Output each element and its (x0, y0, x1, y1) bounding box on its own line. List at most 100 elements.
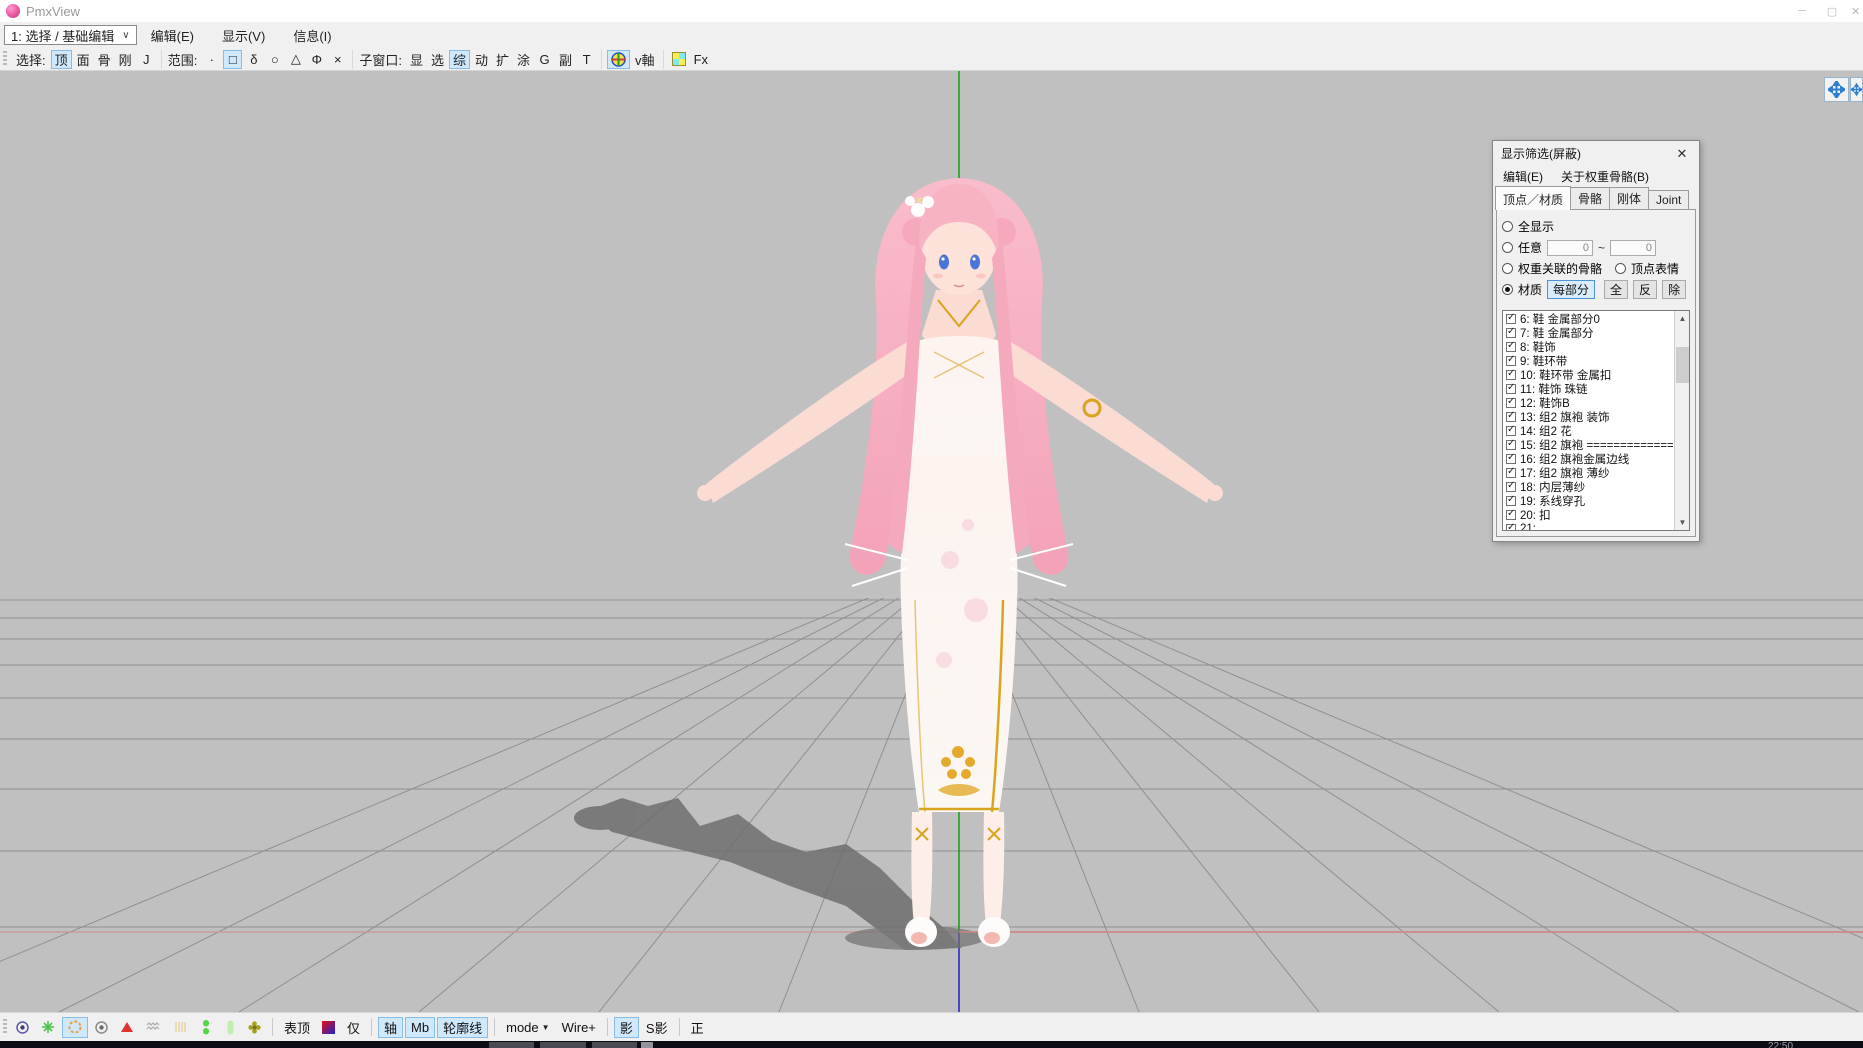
bottom-button-影[interactable]: 影 (614, 1017, 639, 1038)
range-to-field[interactable] (1610, 240, 1656, 256)
material-row[interactable]: 17: 组2 旗袍 薄纱 (1504, 466, 1673, 480)
material-row[interactable]: 15: 组2 旗袍 ============= (1504, 438, 1673, 452)
maximize-button[interactable]: ▢ (1817, 0, 1847, 22)
toolbar-button-综[interactable]: 综 (449, 50, 470, 69)
taskbar-item[interactable] (641, 1042, 653, 1048)
dialog-tab-刚体[interactable]: 刚体 (1609, 187, 1649, 209)
bottom-button-仅[interactable]: 仅 (342, 1017, 365, 1038)
menu-item-2[interactable]: 信息(I) (279, 26, 345, 45)
radio-show-all[interactable] (1502, 221, 1513, 232)
bottom-button-正[interactable]: 正 (686, 1017, 709, 1038)
toolbar-button-v軸[interactable]: v軸 (632, 50, 658, 69)
radio-weight-bones[interactable] (1502, 263, 1513, 274)
toolbar-button-T[interactable]: T (577, 50, 596, 69)
target-gray-icon[interactable] (90, 1017, 113, 1038)
material-row[interactable]: 18: 内层薄纱 (1504, 480, 1673, 494)
toolbar-button-顶[interactable]: 顶 (51, 50, 72, 69)
close-button[interactable]: ✕ (1847, 0, 1863, 22)
taskbar-item[interactable] (592, 1042, 637, 1048)
bottom-button-Mb[interactable]: Mb (405, 1017, 435, 1038)
checkbox-checked-icon[interactable] (1506, 370, 1516, 380)
per-part-button[interactable]: 每部分 (1547, 280, 1595, 299)
bottom-toolbar-grip[interactable] (3, 1019, 7, 1035)
bottom-button-S影[interactable]: S影 (641, 1017, 673, 1038)
toolbar-button-□[interactable]: □ (223, 50, 242, 69)
material-row[interactable]: 11: 鞋饰 珠链 (1504, 382, 1673, 396)
material-row[interactable]: 20: 扣 (1504, 508, 1673, 522)
taskbar-item[interactable] (540, 1042, 586, 1048)
target-blue-icon[interactable] (11, 1017, 34, 1038)
dashed-circle-icon[interactable] (62, 1017, 88, 1038)
toolbar-button-选[interactable]: 选 (428, 50, 447, 69)
bottom-button-轮廓线[interactable]: 轮廓线 (437, 1017, 488, 1038)
material-row[interactable]: 12: 鞋饰B (1504, 396, 1673, 410)
scroll-up-icon[interactable]: ▲ (1675, 311, 1690, 326)
material-row[interactable]: 10: 鞋环带 金属扣 (1504, 368, 1673, 382)
material-row[interactable]: 16: 组2 旗袍金属边线 (1504, 452, 1673, 466)
toolbar-button-Φ[interactable]: Φ (307, 50, 326, 69)
bottom-button-轴[interactable]: 轴 (378, 1017, 403, 1038)
toolbar-button-面[interactable]: 面 (74, 50, 93, 69)
checkbox-checked-icon[interactable] (1506, 328, 1516, 338)
toolbar-grip[interactable] (3, 51, 7, 67)
radio-material[interactable] (1502, 284, 1513, 295)
material-row[interactable]: 8: 鞋饰 (1504, 340, 1673, 354)
dialog-close-icon[interactable]: ✕ (1673, 146, 1691, 162)
material-row[interactable]: 14: 组2 花 (1504, 424, 1673, 438)
material-row[interactable]: 13: 组2 旗袍 装饰 (1504, 410, 1673, 424)
fx-grid-icon[interactable] (669, 50, 689, 69)
pan-arrows-icon[interactable] (1824, 77, 1849, 102)
radio-any[interactable] (1502, 242, 1513, 253)
toolbar-button-动[interactable]: 动 (472, 50, 491, 69)
checkbox-checked-icon[interactable] (1506, 356, 1516, 366)
scrollbar-thumb[interactable] (1676, 347, 1689, 383)
dialog-menu-weight-bones[interactable]: 关于权重骨骼(B) (1561, 168, 1649, 185)
checkbox-checked-icon[interactable] (1506, 496, 1516, 506)
checkbox-checked-icon[interactable] (1506, 482, 1516, 492)
toolbar-button-扩[interactable]: 扩 (493, 50, 512, 69)
edit-mode-select[interactable]: 1: 选择 / 基础编辑 ∨ (4, 25, 137, 45)
scroll-down-icon[interactable]: ▼ (1675, 515, 1690, 530)
material-row[interactable]: 7: 鞋 金属部分 (1504, 326, 1673, 340)
select-all-button[interactable]: 全 (1604, 280, 1628, 299)
checkbox-checked-icon[interactable] (1506, 524, 1516, 530)
toolbar-button-×[interactable]: × (328, 50, 347, 69)
green-burst-icon[interactable] (36, 1017, 60, 1038)
toolbar-button-Fx[interactable]: Fx (691, 50, 711, 69)
toolbar-button-骨[interactable]: 骨 (95, 50, 114, 69)
dialog-title-bar[interactable]: 显示筛选(屏蔽) ✕ (1493, 141, 1699, 166)
material-list-scrollbar[interactable]: ▲ ▼ (1674, 311, 1689, 530)
checkbox-checked-icon[interactable] (1506, 440, 1516, 450)
menu-item-1[interactable]: 显示(V) (208, 26, 279, 45)
remove-button[interactable]: 除 (1662, 280, 1686, 299)
checkbox-checked-icon[interactable] (1506, 384, 1516, 394)
pan-arrows-icon[interactable] (1850, 77, 1863, 102)
checkbox-checked-icon[interactable] (1506, 468, 1516, 478)
checkbox-checked-icon[interactable] (1506, 510, 1516, 520)
toolbar-button-涂[interactable]: 涂 (514, 50, 533, 69)
axis-sphere-icon[interactable] (607, 50, 630, 69)
material-row[interactable]: 6: 鞋 金属部分0 (1504, 312, 1673, 326)
toolbar-button-○[interactable]: ○ (265, 50, 284, 69)
minimize-button[interactable]: ─ (1787, 0, 1817, 22)
checkbox-checked-icon[interactable] (1506, 342, 1516, 352)
checkbox-checked-icon[interactable] (1506, 454, 1516, 464)
hatch-lines-icon[interactable] (169, 1017, 193, 1038)
checkbox-checked-icon[interactable] (1506, 426, 1516, 436)
checkbox-checked-icon[interactable] (1506, 412, 1516, 422)
toolbar-button-δ[interactable]: δ (244, 50, 263, 69)
dialog-tab-Joint[interactable]: Joint (1648, 190, 1689, 209)
checkbox-checked-icon[interactable] (1506, 398, 1516, 408)
dialog-tab-顶点／材质[interactable]: 顶点／材质 (1495, 186, 1571, 210)
range-from-field[interactable] (1547, 240, 1593, 256)
material-list[interactable]: 6: 鞋 金属部分07: 鞋 金属部分8: 鞋饰9: 鞋环带10: 鞋环带 金属… (1502, 310, 1690, 531)
toolbar-button-刚[interactable]: 刚 (116, 50, 135, 69)
toolbar-button-显[interactable]: 显 (407, 50, 426, 69)
material-row[interactable]: 19: 系线穿孔 (1504, 494, 1673, 508)
bottom-button-表顶[interactable]: 表顶 (279, 1017, 315, 1038)
olive-flower-icon[interactable] (243, 1017, 266, 1038)
wave-lines-icon[interactable] (141, 1017, 167, 1038)
bottom-button-mode[interactable]: mode▼ (501, 1017, 554, 1038)
green-capsule-pair-icon[interactable] (195, 1017, 217, 1038)
toolbar-button-·[interactable]: · (202, 50, 221, 69)
